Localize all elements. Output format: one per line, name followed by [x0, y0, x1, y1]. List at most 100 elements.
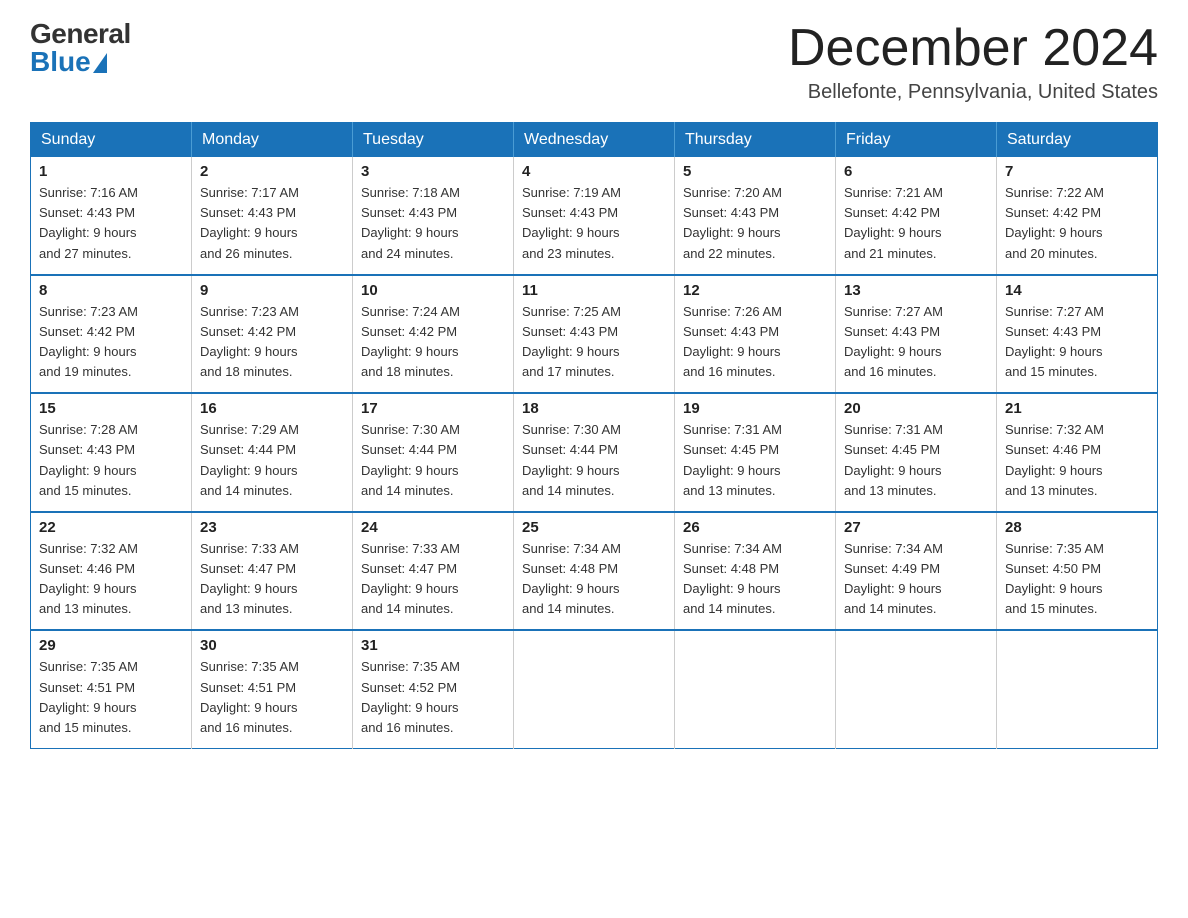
day-info: Sunrise: 7:16 AM Sunset: 4:43 PM Dayligh…: [39, 183, 183, 264]
day-number: 13: [844, 282, 988, 299]
day-number: 29: [39, 637, 183, 654]
day-number: 1: [39, 163, 183, 180]
day-number: 11: [522, 282, 666, 299]
calendar-cell: 28 Sunrise: 7:35 AM Sunset: 4:50 PM Dayl…: [997, 512, 1158, 631]
day-info: Sunrise: 7:23 AM Sunset: 4:42 PM Dayligh…: [200, 302, 344, 383]
day-header-sunday: Sunday: [31, 123, 192, 158]
calendar-cell: 10 Sunrise: 7:24 AM Sunset: 4:42 PM Dayl…: [353, 275, 514, 394]
location: Bellefonte, Pennsylvania, United States: [788, 81, 1158, 104]
calendar-cell: 8 Sunrise: 7:23 AM Sunset: 4:42 PM Dayli…: [31, 275, 192, 394]
day-info: Sunrise: 7:32 AM Sunset: 4:46 PM Dayligh…: [1005, 420, 1149, 501]
day-header-wednesday: Wednesday: [514, 123, 675, 158]
day-number: 24: [361, 519, 505, 536]
day-info: Sunrise: 7:33 AM Sunset: 4:47 PM Dayligh…: [361, 539, 505, 620]
day-number: 10: [361, 282, 505, 299]
day-info: Sunrise: 7:26 AM Sunset: 4:43 PM Dayligh…: [683, 302, 827, 383]
day-info: Sunrise: 7:17 AM Sunset: 4:43 PM Dayligh…: [200, 183, 344, 264]
day-info: Sunrise: 7:35 AM Sunset: 4:51 PM Dayligh…: [39, 657, 183, 738]
week-row-2: 8 Sunrise: 7:23 AM Sunset: 4:42 PM Dayli…: [31, 275, 1158, 394]
day-number: 8: [39, 282, 183, 299]
day-info: Sunrise: 7:20 AM Sunset: 4:43 PM Dayligh…: [683, 183, 827, 264]
day-number: 9: [200, 282, 344, 299]
logo-general-text: General: [30, 20, 131, 48]
calendar-cell: [514, 630, 675, 748]
day-number: 4: [522, 163, 666, 180]
day-info: Sunrise: 7:31 AM Sunset: 4:45 PM Dayligh…: [683, 420, 827, 501]
day-info: Sunrise: 7:30 AM Sunset: 4:44 PM Dayligh…: [522, 420, 666, 501]
calendar-cell: 5 Sunrise: 7:20 AM Sunset: 4:43 PM Dayli…: [675, 157, 836, 275]
day-info: Sunrise: 7:34 AM Sunset: 4:49 PM Dayligh…: [844, 539, 988, 620]
calendar-cell: 16 Sunrise: 7:29 AM Sunset: 4:44 PM Dayl…: [192, 393, 353, 512]
day-headers-row: SundayMondayTuesdayWednesdayThursdayFrid…: [31, 123, 1158, 158]
day-number: 18: [522, 400, 666, 417]
calendar-cell: 12 Sunrise: 7:26 AM Sunset: 4:43 PM Dayl…: [675, 275, 836, 394]
day-info: Sunrise: 7:30 AM Sunset: 4:44 PM Dayligh…: [361, 420, 505, 501]
month-title: December 2024: [788, 20, 1158, 77]
day-header-friday: Friday: [836, 123, 997, 158]
day-number: 14: [1005, 282, 1149, 299]
day-number: 12: [683, 282, 827, 299]
calendar-cell: [997, 630, 1158, 748]
day-info: Sunrise: 7:33 AM Sunset: 4:47 PM Dayligh…: [200, 539, 344, 620]
day-number: 25: [522, 519, 666, 536]
day-number: 5: [683, 163, 827, 180]
calendar-cell: 19 Sunrise: 7:31 AM Sunset: 4:45 PM Dayl…: [675, 393, 836, 512]
calendar-cell: 21 Sunrise: 7:32 AM Sunset: 4:46 PM Dayl…: [997, 393, 1158, 512]
day-info: Sunrise: 7:32 AM Sunset: 4:46 PM Dayligh…: [39, 539, 183, 620]
day-info: Sunrise: 7:25 AM Sunset: 4:43 PM Dayligh…: [522, 302, 666, 383]
logo-triangle-icon: [93, 53, 107, 73]
week-row-5: 29 Sunrise: 7:35 AM Sunset: 4:51 PM Dayl…: [31, 630, 1158, 748]
day-header-monday: Monday: [192, 123, 353, 158]
calendar-cell: [675, 630, 836, 748]
day-info: Sunrise: 7:24 AM Sunset: 4:42 PM Dayligh…: [361, 302, 505, 383]
day-number: 26: [683, 519, 827, 536]
day-number: 2: [200, 163, 344, 180]
calendar-cell: 11 Sunrise: 7:25 AM Sunset: 4:43 PM Dayl…: [514, 275, 675, 394]
day-info: Sunrise: 7:18 AM Sunset: 4:43 PM Dayligh…: [361, 183, 505, 264]
day-number: 30: [200, 637, 344, 654]
calendar-cell: 14 Sunrise: 7:27 AM Sunset: 4:43 PM Dayl…: [997, 275, 1158, 394]
calendar-cell: 20 Sunrise: 7:31 AM Sunset: 4:45 PM Dayl…: [836, 393, 997, 512]
calendar-cell: 2 Sunrise: 7:17 AM Sunset: 4:43 PM Dayli…: [192, 157, 353, 275]
day-info: Sunrise: 7:23 AM Sunset: 4:42 PM Dayligh…: [39, 302, 183, 383]
day-info: Sunrise: 7:35 AM Sunset: 4:51 PM Dayligh…: [200, 657, 344, 738]
page-header: General Blue December 2024 Bellefonte, P…: [30, 20, 1158, 104]
day-info: Sunrise: 7:27 AM Sunset: 4:43 PM Dayligh…: [844, 302, 988, 383]
day-header-thursday: Thursday: [675, 123, 836, 158]
calendar-cell: 6 Sunrise: 7:21 AM Sunset: 4:42 PM Dayli…: [836, 157, 997, 275]
day-number: 31: [361, 637, 505, 654]
day-info: Sunrise: 7:29 AM Sunset: 4:44 PM Dayligh…: [200, 420, 344, 501]
calendar-cell: 23 Sunrise: 7:33 AM Sunset: 4:47 PM Dayl…: [192, 512, 353, 631]
day-number: 7: [1005, 163, 1149, 180]
calendar-table: SundayMondayTuesdayWednesdayThursdayFrid…: [30, 122, 1158, 749]
day-number: 21: [1005, 400, 1149, 417]
calendar-cell: 17 Sunrise: 7:30 AM Sunset: 4:44 PM Dayl…: [353, 393, 514, 512]
day-info: Sunrise: 7:31 AM Sunset: 4:45 PM Dayligh…: [844, 420, 988, 501]
day-info: Sunrise: 7:28 AM Sunset: 4:43 PM Dayligh…: [39, 420, 183, 501]
calendar-cell: 30 Sunrise: 7:35 AM Sunset: 4:51 PM Dayl…: [192, 630, 353, 748]
title-block: December 2024 Bellefonte, Pennsylvania, …: [788, 20, 1158, 104]
calendar-cell: 31 Sunrise: 7:35 AM Sunset: 4:52 PM Dayl…: [353, 630, 514, 748]
calendar-cell: 24 Sunrise: 7:33 AM Sunset: 4:47 PM Dayl…: [353, 512, 514, 631]
calendar-cell: 7 Sunrise: 7:22 AM Sunset: 4:42 PM Dayli…: [997, 157, 1158, 275]
week-row-4: 22 Sunrise: 7:32 AM Sunset: 4:46 PM Dayl…: [31, 512, 1158, 631]
calendar-cell: 27 Sunrise: 7:34 AM Sunset: 4:49 PM Dayl…: [836, 512, 997, 631]
day-info: Sunrise: 7:34 AM Sunset: 4:48 PM Dayligh…: [683, 539, 827, 620]
day-number: 17: [361, 400, 505, 417]
calendar-cell: 18 Sunrise: 7:30 AM Sunset: 4:44 PM Dayl…: [514, 393, 675, 512]
day-number: 28: [1005, 519, 1149, 536]
calendar-cell: 26 Sunrise: 7:34 AM Sunset: 4:48 PM Dayl…: [675, 512, 836, 631]
day-info: Sunrise: 7:27 AM Sunset: 4:43 PM Dayligh…: [1005, 302, 1149, 383]
day-info: Sunrise: 7:35 AM Sunset: 4:52 PM Dayligh…: [361, 657, 505, 738]
calendar-cell: [836, 630, 997, 748]
calendar-cell: 29 Sunrise: 7:35 AM Sunset: 4:51 PM Dayl…: [31, 630, 192, 748]
calendar-cell: 13 Sunrise: 7:27 AM Sunset: 4:43 PM Dayl…: [836, 275, 997, 394]
day-number: 15: [39, 400, 183, 417]
day-number: 22: [39, 519, 183, 536]
calendar-cell: 15 Sunrise: 7:28 AM Sunset: 4:43 PM Dayl…: [31, 393, 192, 512]
day-info: Sunrise: 7:34 AM Sunset: 4:48 PM Dayligh…: [522, 539, 666, 620]
day-number: 16: [200, 400, 344, 417]
logo-blue-text: Blue: [30, 48, 107, 76]
day-number: 27: [844, 519, 988, 536]
day-info: Sunrise: 7:22 AM Sunset: 4:42 PM Dayligh…: [1005, 183, 1149, 264]
